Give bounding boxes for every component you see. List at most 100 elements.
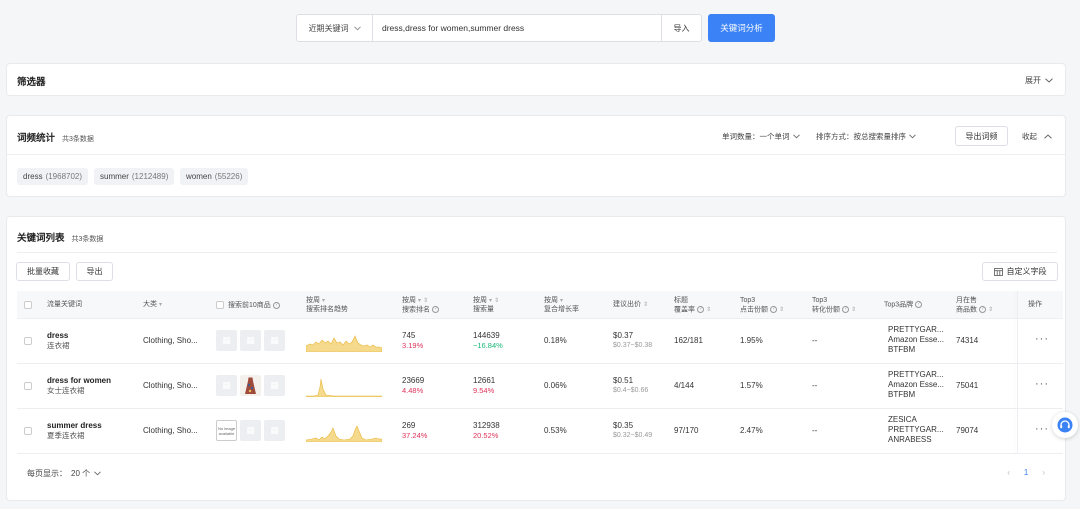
keyword-text: summer dress	[47, 421, 102, 430]
more-actions-icon[interactable]: ···	[1035, 378, 1049, 390]
no-image-thumb[interactable]: No image available	[216, 420, 237, 441]
header-volume[interactable]: 按周 ▾ ⇕ 搜索量	[473, 297, 499, 314]
row-checkbox[interactable]	[24, 382, 32, 390]
product-thumb-placeholder[interactable]: ▦	[264, 420, 285, 441]
header-trend[interactable]: 按周 ▾ 搜索排名趋势	[306, 297, 348, 314]
next-page-icon[interactable]: ›	[1042, 468, 1045, 477]
page-number[interactable]: 1	[1024, 468, 1028, 477]
word-count-select[interactable]: 单词数量：一个单词	[722, 131, 800, 142]
product-thumb-placeholder[interactable]: ▦	[264, 375, 285, 396]
table-row[interactable]: dress for women 女士连衣裙 Clothing, Sho... ▦…	[17, 364, 1063, 409]
recent-keywords-select[interactable]: 近期关键词	[297, 15, 373, 41]
sort-icon[interactable]: ⇕	[851, 307, 856, 313]
product-thumb-placeholder[interactable]: ▦	[264, 330, 285, 351]
header-bid-text: 建议出价	[613, 301, 641, 308]
sort-icon[interactable]: ⇕	[988, 307, 993, 313]
product-thumb-placeholder[interactable]: ▦	[216, 375, 237, 396]
keyword-cell[interactable]: dress 连衣裙	[47, 331, 70, 351]
tag-count: (55226)	[214, 172, 243, 181]
header-conv-share[interactable]: Top3 转化份额? ⇕	[812, 297, 856, 314]
header-click-a: Top3	[740, 297, 756, 304]
custom-fields-button[interactable]: 自定义字段	[982, 262, 1058, 281]
prev-page-icon[interactable]: ‹	[1007, 468, 1010, 477]
more-actions-icon[interactable]: ···	[1035, 333, 1049, 345]
select-all-checkbox[interactable]	[24, 301, 32, 309]
brands-cell: PRETTYGAR... Amazon Esse... BTFBM	[888, 325, 944, 355]
freq-tag-dress[interactable]: dress (1968702)	[17, 168, 89, 185]
product-thumb-placeholder[interactable]: ▦	[216, 330, 237, 351]
sort-icon[interactable]: ⇕	[706, 307, 711, 313]
headset-icon	[1057, 417, 1073, 433]
freq-tag-women[interactable]: women (55226)	[180, 168, 249, 185]
header-title-coverage[interactable]: 标题 覆盖率? ⇕	[674, 297, 711, 314]
category-cell: Clothing, Sho...	[143, 336, 198, 345]
keyword-list-panel: 关键词列表 共3条数据 批量收藏 导出 自定义字段 流量关键词 大类 ▾ 搜索前10…	[6, 216, 1066, 501]
header-bid[interactable]: 建议出价 ⇕	[613, 301, 648, 310]
bid-value: $0.35	[613, 421, 634, 430]
keyword-cell[interactable]: summer dress 夏季连衣裙	[47, 421, 102, 441]
filter-expand-toggle[interactable]: 展开	[1025, 75, 1053, 86]
header-category[interactable]: 大类 ▾	[143, 301, 162, 310]
sort-icon[interactable]: ⇕	[494, 298, 499, 304]
keyword-cell[interactable]: dress for women 女士连衣裙	[47, 376, 111, 396]
header-brands-text: Top3品牌	[884, 301, 914, 309]
table-row[interactable]: summer dress 夏季连衣裙 Clothing, Sho... No i…	[17, 409, 1063, 454]
search-rank-trend-sparkline[interactable]	[306, 422, 382, 442]
customer-service-button[interactable]	[1052, 412, 1078, 438]
brand-name: BTFBM	[888, 390, 916, 399]
chevron-down-icon	[94, 471, 101, 476]
header-conv-b: 转化份额	[812, 305, 840, 313]
product-thumb-placeholder[interactable]: ▦	[240, 420, 261, 441]
table-row[interactable]: dress 连衣裙 Clothing, Sho... ▦ ▦ ▦ 745 3.1…	[17, 319, 1063, 364]
header-monthly[interactable]: 月在售 商品数? ⇕	[956, 297, 993, 314]
sort-icon[interactable]: ⇕	[643, 302, 648, 308]
more-actions-icon[interactable]: ···	[1035, 423, 1049, 435]
product-thumb-placeholder[interactable]: ▦	[240, 330, 261, 351]
header-click-share[interactable]: Top3 点击份额? ⇕	[740, 297, 784, 314]
search-volume-cell: 144639 −16.84%	[473, 331, 503, 351]
rank-change: 4.48%	[402, 386, 424, 395]
tag-count: (1212489)	[131, 172, 169, 181]
import-button[interactable]: 导入	[661, 15, 701, 41]
conv-share-cell: --	[812, 426, 818, 435]
collapse-label: 收起	[1022, 132, 1037, 141]
row-checkbox[interactable]	[24, 427, 32, 435]
keyword-text: dress	[47, 331, 69, 340]
header-rank[interactable]: 按周 ▾ ⇕ 搜索排名?	[402, 297, 439, 314]
export-button[interactable]: 导出	[76, 262, 113, 281]
sort-icon[interactable]: ⇕	[779, 307, 784, 313]
top10-checkbox[interactable]	[216, 301, 224, 309]
freq-count: 共3条数据	[62, 136, 94, 143]
title-coverage-cell: 4/144	[674, 381, 695, 390]
freq-collapse-toggle[interactable]: 收起	[1022, 131, 1052, 142]
page-size-selector[interactable]: 每页显示： 20 个	[27, 468, 101, 479]
header-trend-b: 搜索排名趋势	[306, 305, 348, 313]
search-rank-trend-sparkline[interactable]	[306, 332, 382, 352]
header-keyword: 流量关键词	[47, 301, 82, 308]
freq-tag-summer[interactable]: summer (1212489)	[94, 168, 175, 185]
dress-thumbnail-icon	[245, 377, 256, 394]
header-rank-a: 按周	[402, 297, 416, 304]
keyword-analyze-button[interactable]: 关键词分析	[708, 14, 775, 42]
bid-range: $0.37~$0.38	[613, 342, 653, 349]
sort-icon[interactable]: ⇕	[423, 298, 428, 304]
search-volume-cell: 12661 9.54%	[473, 376, 495, 396]
product-thumb-dress[interactable]	[240, 375, 261, 396]
batch-favorite-button[interactable]: 批量收藏	[16, 262, 70, 281]
sort-method-select[interactable]: 排序方式：按总搜索量排序	[816, 131, 916, 142]
header-growth[interactable]: 按周 ▾ 复合增长率	[544, 297, 579, 314]
volume-change: −16.84%	[473, 341, 503, 350]
keyword-cn: 夏季连衣裙	[47, 431, 85, 440]
row-checkbox[interactable]	[24, 337, 32, 345]
click-share-cell: 2.47%	[740, 426, 763, 435]
expand-label: 展开	[1025, 76, 1041, 85]
brand-name: ZESICA	[888, 415, 917, 424]
header-ops: 操作	[1028, 301, 1042, 308]
rank-value: 269	[402, 421, 416, 430]
header-title-b: 覆盖率	[674, 305, 695, 313]
search-rank-trend-sparkline[interactable]	[306, 377, 382, 397]
export-frequency-button[interactable]: 导出词频	[955, 126, 1008, 146]
word-count-label: 单词数量：一个单词	[722, 132, 790, 141]
help-icon: ?	[697, 305, 704, 313]
keyword-input[interactable]	[373, 15, 661, 41]
